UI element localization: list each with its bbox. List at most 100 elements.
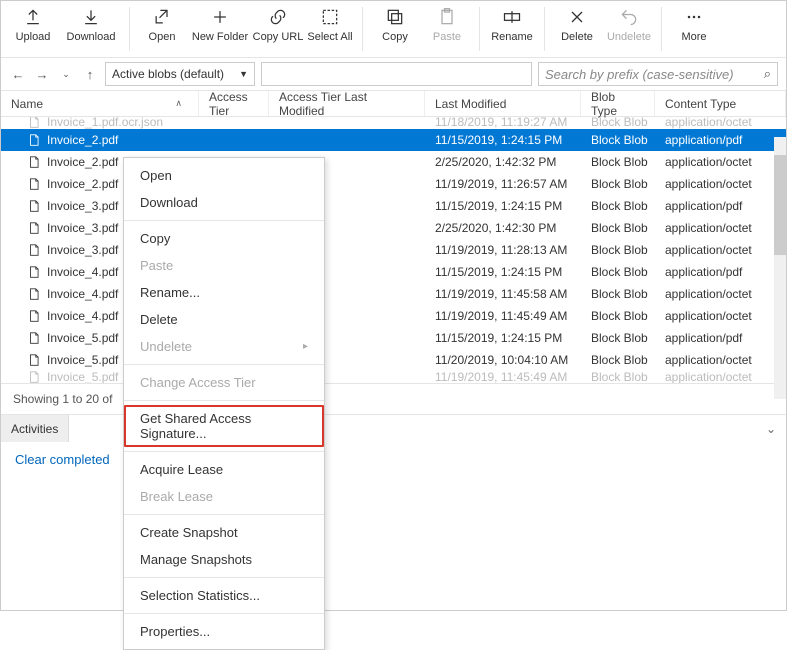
col-btype[interactable]: Blob Type xyxy=(581,91,655,116)
toolbar-sep xyxy=(544,7,545,51)
file-name: Invoice_4.pdf xyxy=(47,309,118,323)
ctx-open[interactable]: Open xyxy=(124,162,324,189)
table-row[interactable]: Invoice_5.pdf11/20/2019, 10:04:10 AMBloc… xyxy=(1,349,786,371)
ctx-copy[interactable]: Copy xyxy=(124,225,324,252)
ctx-delete-label: Delete xyxy=(140,312,178,327)
copy-url-label: Copy URL xyxy=(253,31,304,43)
table-row[interactable]: Invoice_4.pdf 11/19/2019, 11:45:49 AMBloc… xyxy=(1,305,786,327)
new-folder-button[interactable]: New Folder xyxy=(188,5,252,53)
file-name: Invoice_2.pdf xyxy=(47,155,118,169)
table-row[interactable]: Invoice_5.pdf11/15/2019, 1:24:15 PMBlock… xyxy=(1,327,786,349)
file-icon xyxy=(27,177,41,191)
download-button[interactable]: Download xyxy=(59,5,123,53)
select-all-icon xyxy=(320,7,340,27)
ctx-sep xyxy=(124,613,324,614)
toolbar: Upload Download Open New Folder Copy URL… xyxy=(1,1,786,58)
ctx-paste: Paste xyxy=(124,252,324,279)
ctx-download[interactable]: Download xyxy=(124,189,324,216)
toolbar-sep xyxy=(479,7,480,51)
ctx-acquire-lease[interactable]: Acquire Lease xyxy=(124,456,324,483)
file-icon xyxy=(27,371,41,383)
more-button[interactable]: More xyxy=(668,5,720,53)
delete-label: Delete xyxy=(561,31,593,43)
table-row[interactable]: Invoice_3.pdf11/15/2019, 1:24:15 PMBlock… xyxy=(1,195,786,217)
ctx-selection-stats[interactable]: Selection Statistics... xyxy=(124,582,324,609)
footer-text: Showing 1 to 20 of xyxy=(13,392,112,406)
toolbar-sep xyxy=(661,7,662,51)
ctx-create-snapshot[interactable]: Create Snapshot xyxy=(124,519,324,546)
ctx-change-tier: Change Access Tier xyxy=(124,369,324,396)
plus-icon xyxy=(210,7,230,27)
table-row[interactable]: Invoice_5.pdf11/19/2019, 11:45:49 AMBloc… xyxy=(1,371,786,383)
chevron-down-icon: ▼ xyxy=(239,69,248,79)
nav-caret-icon[interactable]: ⌄ xyxy=(57,65,75,83)
paste-label: Paste xyxy=(433,31,461,43)
file-name: Invoice_3.pdf xyxy=(47,243,118,257)
rename-button[interactable]: Rename xyxy=(486,5,538,53)
ctx-change-tier-label: Change Access Tier xyxy=(140,375,256,390)
copy-url-button[interactable]: Copy URL xyxy=(252,5,304,53)
nav-back-icon[interactable]: ← xyxy=(9,65,27,83)
col-ctype[interactable]: Content Type xyxy=(655,91,786,116)
cell-lm: 11/18/2019, 11:19:27 AM xyxy=(425,117,581,129)
col-lm[interactable]: Last Modified xyxy=(425,91,581,116)
cell-lm: 2/25/2020, 1:42:32 PM xyxy=(425,155,581,169)
ctx-break-label: Break Lease xyxy=(140,489,213,504)
cell-lm: 11/19/2019, 11:45:49 AM xyxy=(425,309,581,323)
cell-btype: Block Blob xyxy=(581,309,655,323)
filter-dropdown[interactable]: Active blobs (default) ▼ xyxy=(105,62,255,86)
activities-tab[interactable]: Activities xyxy=(1,415,69,442)
cell-btype: Block Blob xyxy=(581,331,655,345)
cell-ctype: application/octet xyxy=(655,155,786,169)
col-ctype-label: Content Type xyxy=(665,97,736,111)
table-row[interactable]: Invoice_2.pdf2/25/2020, 1:42:32 PMBlock … xyxy=(1,151,786,173)
cell-lm: 11/15/2019, 1:24:15 PM xyxy=(425,133,581,147)
file-icon xyxy=(27,243,41,257)
select-all-label: Select All xyxy=(307,31,352,43)
cell-ctype: application/octet xyxy=(655,243,786,257)
table-row[interactable]: Invoice_2.pdf11/19/2019, 11:26:57 AMBloc… xyxy=(1,173,786,195)
table-row[interactable]: Invoice_3.pdf11/19/2019, 11:28:13 AMBloc… xyxy=(1,239,786,261)
clear-completed-label: Clear completed xyxy=(15,452,110,467)
ctx-snap-manage-label: Manage Snapshots xyxy=(140,552,252,567)
select-all-button[interactable]: Select All xyxy=(304,5,356,53)
nav-up-icon[interactable]: ↑ xyxy=(81,65,99,83)
breadcrumb-input[interactable] xyxy=(261,62,532,86)
table-row[interactable]: Invoice_4.pdf11/15/2019, 1:24:15 PMBlock… xyxy=(1,261,786,283)
table-row[interactable]: Invoice_2.pdf11/15/2019, 1:24:15 PMBlock… xyxy=(1,129,786,151)
ctx-rename[interactable]: Rename... xyxy=(124,279,324,306)
file-name: Invoice_3.pdf xyxy=(47,221,118,235)
ctx-get-sas[interactable]: Get Shared Access Signature... xyxy=(124,405,324,447)
ctx-delete[interactable]: Delete xyxy=(124,306,324,333)
col-btype-label: Blob Type xyxy=(591,90,644,118)
table-row[interactable]: Invoice_4.pdf11/19/2019, 11:45:58 AMBloc… xyxy=(1,283,786,305)
file-icon xyxy=(27,287,41,301)
col-tier-lm[interactable]: Access Tier Last Modified xyxy=(269,91,425,116)
ctx-props-label: Properties... xyxy=(140,624,210,639)
search-input[interactable]: Search by prefix (case-sensitive) ⌕ xyxy=(538,62,778,86)
ctx-paste-label: Paste xyxy=(140,258,173,273)
clear-completed-link[interactable]: Clear completed xyxy=(1,442,786,477)
ctx-manage-snapshots[interactable]: Manage Snapshots xyxy=(124,546,324,573)
nav-fwd-icon[interactable]: → xyxy=(33,65,51,83)
cell-btype: Block Blob xyxy=(581,287,655,301)
more-icon xyxy=(684,7,704,27)
copy-button[interactable]: Copy xyxy=(369,5,421,53)
undelete-label: Undelete xyxy=(607,31,651,43)
activities-collapse-icon[interactable]: ⌄ xyxy=(766,422,776,436)
file-name: Invoice_3.pdf xyxy=(47,199,118,213)
file-icon xyxy=(27,309,41,323)
ctx-properties[interactable]: Properties... xyxy=(124,618,324,645)
col-lm-label: Last Modified xyxy=(435,97,506,111)
scrollbar-thumb[interactable] xyxy=(774,155,786,255)
file-icon xyxy=(27,155,41,169)
upload-button[interactable]: Upload xyxy=(7,5,59,53)
col-tier[interactable]: Access Tier xyxy=(199,91,269,116)
open-button[interactable]: Open xyxy=(136,5,188,53)
table-row[interactable]: Invoice_3.pdf2/25/2020, 1:42:30 PMBlock … xyxy=(1,217,786,239)
cell-ctype: application/pdf xyxy=(655,199,786,213)
table-row[interactable]: Invoice_1.pdf.ocr.json11/18/2019, 11:19:… xyxy=(1,117,786,129)
col-name[interactable]: Name ∧ xyxy=(1,91,199,116)
file-name: Invoice_5.pdf xyxy=(47,331,118,345)
delete-button[interactable]: Delete xyxy=(551,5,603,53)
